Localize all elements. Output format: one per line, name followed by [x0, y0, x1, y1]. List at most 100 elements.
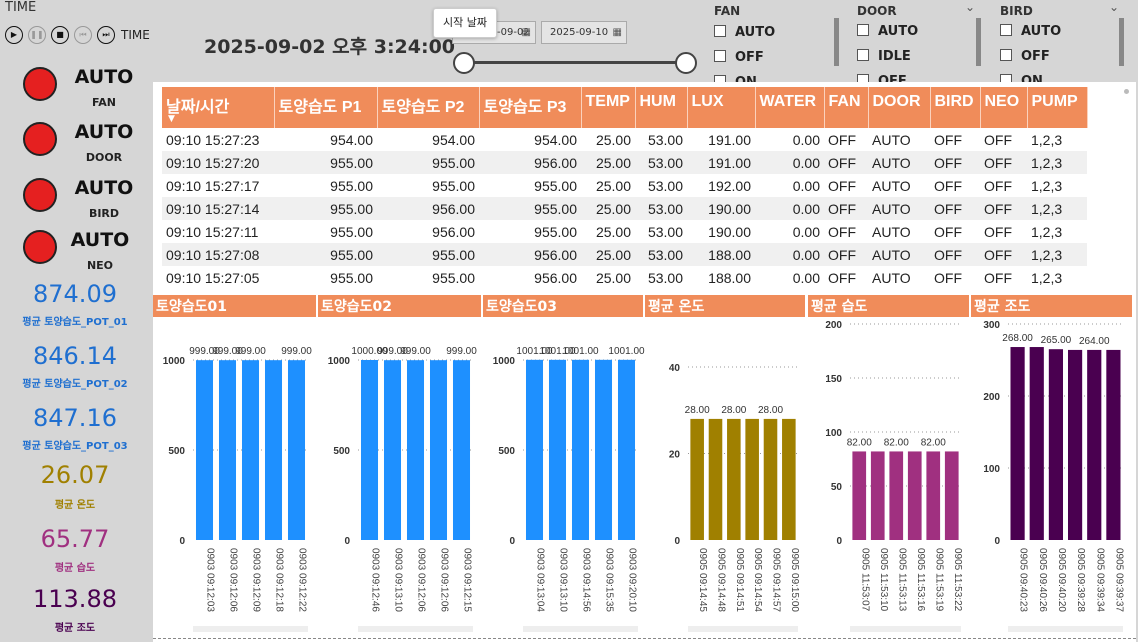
- date-range-slider[interactable]: [463, 61, 685, 64]
- fan-option-on[interactable]: ON: [714, 75, 757, 82]
- checkbox[interactable]: [857, 24, 869, 36]
- bar: [889, 451, 904, 540]
- table-cell: OFF: [828, 223, 856, 240]
- fan-slicer-scrollbar[interactable]: [834, 18, 839, 66]
- slider-start-handle[interactable]: [453, 52, 475, 74]
- slider-end-handle[interactable]: [675, 52, 697, 74]
- column-header[interactable]: 토양습도 P2: [377, 87, 480, 128]
- table-cell: 1,2,3: [1031, 177, 1063, 194]
- table-cell: 53.00: [647, 223, 683, 240]
- table-row[interactable]: 09:10 15:27:20 955.00 955.00 956.00 25.00 53.…: [162, 151, 1087, 174]
- bar: [452, 360, 471, 540]
- bar: [195, 360, 214, 540]
- x-tick-label: 0905 09:15:00: [789, 548, 800, 612]
- y-tick-label: 300: [983, 320, 1000, 331]
- column-header[interactable]: 날짜/시간: [162, 87, 275, 128]
- checkbox[interactable]: [857, 49, 869, 61]
- x-tick-label: 0905 09:14:57: [771, 548, 782, 612]
- table-cell: 1,2,3: [1027, 243, 1087, 266]
- column-header[interactable]: 토양습도 P3: [479, 87, 582, 128]
- table-cell: 53.00: [635, 197, 687, 220]
- column-header[interactable]: BIRD: [930, 87, 981, 128]
- kpi-value: 65.77: [40, 525, 110, 553]
- calendar-icon[interactable]: ▦: [613, 22, 622, 43]
- end-date-input[interactable]: 2025-09-10 ▦: [541, 21, 627, 44]
- checkbox[interactable]: [1000, 24, 1012, 36]
- column-header[interactable]: PUMP: [1027, 87, 1088, 128]
- pause-icon[interactable]: ❚❚: [28, 26, 46, 44]
- fan-option-auto[interactable]: AUTO: [714, 25, 775, 40]
- table-cell: OFF: [930, 197, 980, 220]
- chart-title: 평균 조도: [971, 295, 1132, 317]
- next-icon[interactable]: ⏭: [97, 26, 115, 44]
- fan-option-off[interactable]: OFF: [714, 50, 764, 65]
- table-row[interactable]: 09:10 15:27:08 955.00 955.00 956.00 25.00 53.…: [162, 243, 1087, 266]
- checkbox[interactable]: [714, 25, 726, 37]
- checkbox[interactable]: [857, 74, 869, 82]
- table-cell: 955.00: [479, 197, 581, 220]
- column-header[interactable]: LUX: [687, 87, 756, 128]
- chart-scrollbar: [688, 626, 798, 632]
- door-option-off[interactable]: OFF: [857, 74, 907, 82]
- bird-slicer-scrollbar[interactable]: [1119, 18, 1124, 66]
- column-header[interactable]: HUM: [635, 87, 688, 128]
- table-cell: 190.00: [708, 223, 751, 240]
- table-cell: OFF: [934, 269, 962, 286]
- column-header[interactable]: WATER: [755, 87, 825, 128]
- chart-title: 토양습도01: [153, 295, 316, 317]
- checkbox[interactable]: [1000, 74, 1012, 82]
- time-label: TIME: [121, 28, 150, 42]
- column-header[interactable]: 토양습도 P1: [274, 87, 378, 128]
- bird-option-auto[interactable]: AUTO: [1000, 24, 1061, 39]
- chevron-down-icon[interactable]: ⌄: [965, 0, 975, 14]
- y-tick-label: 1000: [493, 356, 516, 367]
- table-cell: 954.00: [432, 131, 475, 148]
- table-cell: 0.00: [792, 269, 820, 286]
- bird-option-on[interactable]: ON: [1000, 74, 1043, 82]
- y-tick-label: 150: [825, 374, 842, 385]
- table-cell: AUTO: [872, 223, 911, 240]
- table-cell: 09:10 15:27:20: [162, 151, 274, 174]
- data-table[interactable]: 날짜/시간 토양습도 P1 토양습도 P2 토양습도 P3 TEMP HUM LUX WATE…: [162, 87, 1105, 292]
- bar: [429, 360, 448, 540]
- checkbox[interactable]: [714, 75, 726, 82]
- column-header[interactable]: NEO: [980, 87, 1028, 128]
- checkbox[interactable]: [1000, 49, 1012, 61]
- play-icon[interactable]: ▶: [5, 26, 23, 44]
- column-header[interactable]: FAN: [824, 87, 869, 128]
- table-cell: OFF: [824, 151, 868, 174]
- bar-chart: 0 50 100 150 200 0905 11:53:07 0905 11:53:10 09…: [825, 320, 963, 632]
- sort-desc-icon[interactable]: ▼: [168, 114, 175, 124]
- bar: [594, 359, 613, 540]
- previous-icon[interactable]: ⏮: [74, 26, 92, 44]
- table-row[interactable]: 09:10 15:27:11 955.00 956.00 955.00 25.00 53.…: [162, 220, 1087, 243]
- data-label: 82.00: [884, 437, 909, 448]
- checkbox[interactable]: [714, 50, 726, 62]
- chevron-down-icon[interactable]: ⌄: [1109, 0, 1119, 14]
- table-cell: 09:10 15:27:11: [166, 223, 259, 240]
- table-row[interactable]: 09:10 15:27:17 955.00 955.00 955.00 25.00 53.…: [162, 174, 1087, 197]
- x-tick-label: 0905 11:53:10: [878, 548, 889, 612]
- table-scrollbar[interactable]: [1124, 89, 1129, 94]
- option-label: AUTO: [1021, 24, 1062, 39]
- door-slicer-scrollbar[interactable]: [976, 18, 981, 66]
- table-row[interactable]: 09:10 15:27:23 954.00 954.00 954.00 25.00 53.…: [162, 128, 1087, 151]
- kpi-label: 평균 토양습도_POT_01: [22, 317, 128, 328]
- door-option-auto[interactable]: AUTO: [857, 24, 918, 39]
- calendar-icon[interactable]: ▦: [522, 22, 531, 43]
- table-row[interactable]: 09:10 15:27:14 955.00 956.00 955.00 25.00 53.…: [162, 197, 1087, 220]
- column-header[interactable]: DOOR: [868, 87, 931, 128]
- bird-option-off[interactable]: OFF: [1000, 49, 1050, 64]
- table-cell: 25.00: [581, 243, 635, 266]
- door-option-idle[interactable]: IDLE: [857, 49, 911, 64]
- x-tick-label: 0903 09:12:22: [297, 548, 308, 612]
- bar: [406, 360, 425, 540]
- x-tick-label: 0905 11:53:19: [933, 548, 944, 612]
- option-label: IDLE: [878, 49, 911, 64]
- table-cell: 25.00: [581, 151, 635, 174]
- stop-icon[interactable]: ■: [51, 26, 69, 44]
- table-row[interactable]: 09:10 15:27:05 955.00 955.00 956.00 25.00 53.…: [162, 266, 1087, 289]
- table-cell: OFF: [980, 197, 1027, 220]
- chart-title: 평균 습도: [808, 295, 969, 317]
- column-header[interactable]: TEMP: [581, 87, 636, 128]
